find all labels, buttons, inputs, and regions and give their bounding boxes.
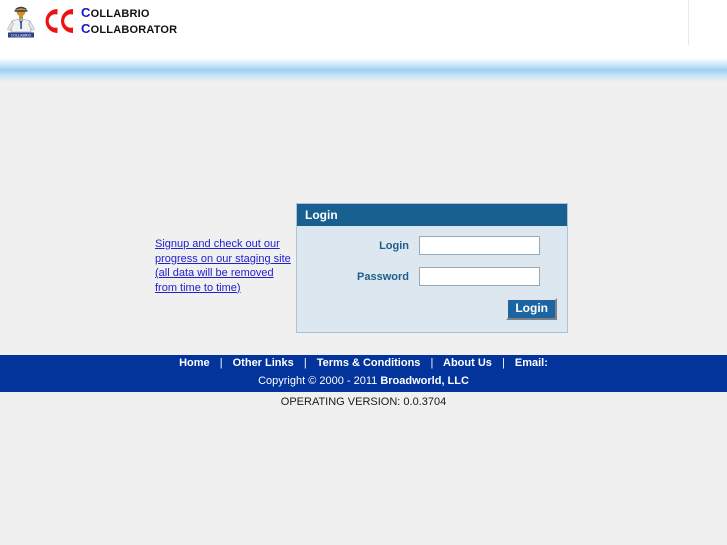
brand-line1-rest: OLLABRIO (90, 8, 150, 20)
brand-logo[interactable]: COLLABRIO COLLABRIO COLLABORATOR (4, 2, 177, 40)
header-vertical-divider (688, 0, 689, 45)
footer-link-other-links[interactable]: Other Links (233, 357, 294, 369)
footer-copyright: Copyright © 2000 - 2011 Broadworld, LLC (0, 369, 727, 387)
login-field-label: Login (379, 239, 409, 252)
login-input[interactable] (419, 236, 540, 255)
copyright-text: Copyright © 2000 - 2011 (258, 375, 381, 387)
operating-version-text: OPERATING VERSION: 0.0.3704 (280, 396, 447, 408)
main-content: Signup and check out our progress on our… (0, 82, 727, 355)
brand-wordmark: COLLABRIO COLLABORATOR (81, 5, 177, 37)
footer-link-terms-conditions[interactable]: Terms & Conditions (317, 357, 421, 369)
page-header: COLLABRIO COLLABRIO COLLABORATOR (0, 0, 727, 58)
footer-separator: | (303, 357, 307, 369)
footer-link-home[interactable]: Home (179, 357, 210, 369)
footer-link-about-us[interactable]: About Us (443, 357, 492, 369)
login-field-row: Login (297, 236, 567, 255)
password-field-label: Password (357, 270, 409, 283)
footer-nav: Home | Other Links | Terms & Conditions … (0, 355, 727, 369)
copyright-company: Broadworld, LLC (380, 375, 469, 387)
password-field-row: Password (297, 267, 567, 286)
header-gradient-band (0, 58, 727, 82)
signup-staging-link[interactable]: Signup and check out our progress on our… (155, 237, 293, 295)
brand-line1-initial: C (81, 5, 91, 20)
interlocking-cc-rings-icon (45, 9, 73, 33)
footer-link-email[interactable]: Email: (515, 357, 548, 369)
login-panel-title: Login (297, 204, 567, 226)
login-panel-body: Login Password Login (297, 226, 567, 332)
footer-separator: | (501, 357, 505, 369)
person-mascot-icon: COLLABRIO (7, 6, 35, 38)
svg-text:COLLABRIO: COLLABRIO (11, 34, 32, 38)
brand-line-collaborator: COLLABORATOR (81, 22, 177, 36)
footer-separator: | (430, 357, 434, 369)
page-footer: Home | Other Links | Terms & Conditions … (0, 355, 727, 392)
password-input[interactable] (419, 267, 540, 286)
login-panel: Login Login Password Login (296, 203, 568, 333)
login-submit-button[interactable]: Login (506, 298, 557, 320)
footer-separator: | (219, 357, 223, 369)
login-button-row: Login (297, 298, 567, 320)
brand-line2-rest: OLLABORATOR (90, 24, 178, 36)
brand-line-collabrio: COLLABRIO (81, 6, 177, 20)
brand-line2-initial: C (81, 21, 91, 36)
